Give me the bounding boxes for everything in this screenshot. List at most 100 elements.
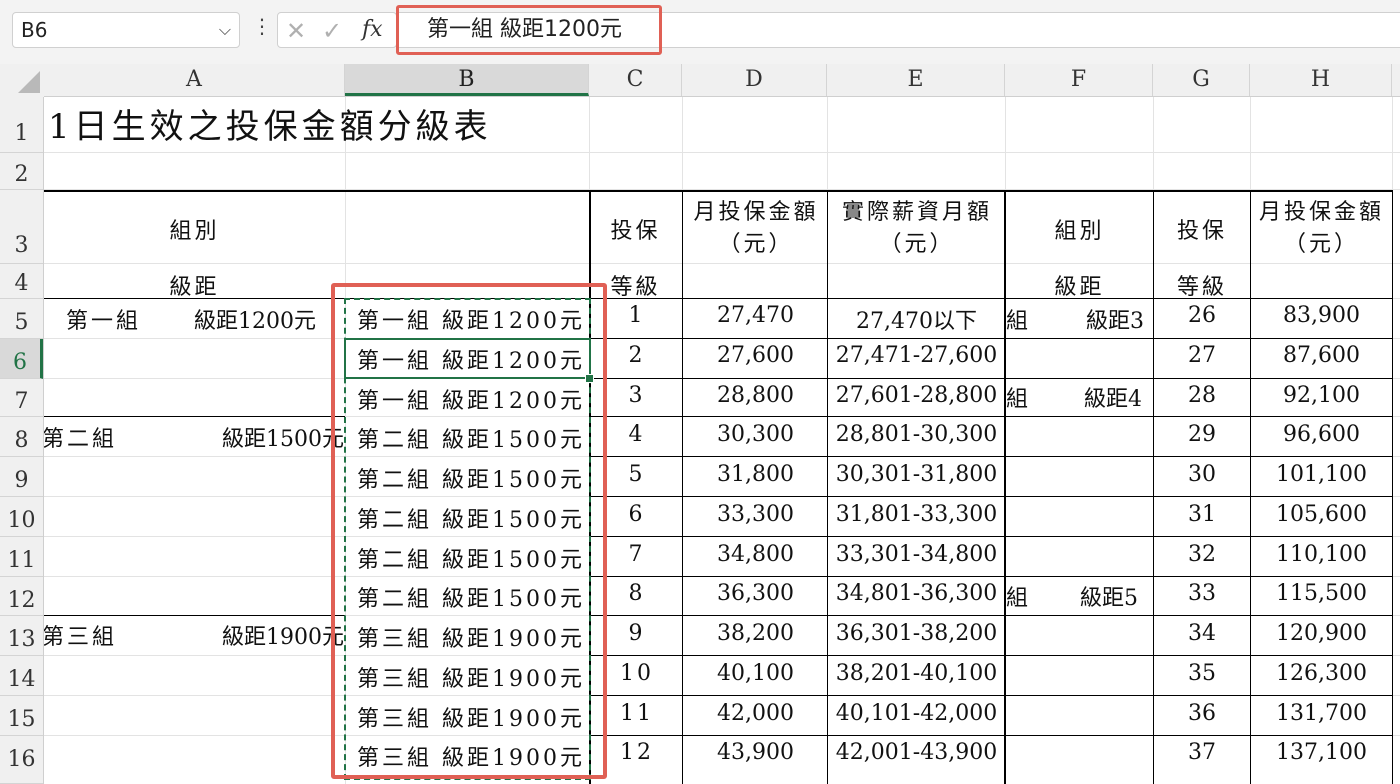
row-header-9[interactable]: 9: [0, 457, 43, 497]
column-header-d[interactable]: D: [682, 64, 827, 96]
amount-h-cell[interactable]: 92,100: [1251, 383, 1392, 408]
salary-cell[interactable]: 27,470以下: [829, 303, 1004, 335]
amount-h-cell[interactable]: 131,700: [1251, 701, 1392, 726]
a-group-3-name[interactable]: 第三組: [44, 623, 142, 653]
grade-g-cell[interactable]: 31: [1154, 502, 1250, 527]
grade-g-cell[interactable]: 35: [1154, 661, 1250, 686]
amount-h-cell[interactable]: 101,100: [1251, 462, 1392, 487]
amount-cell[interactable]: 43,900: [684, 740, 827, 765]
row-header-11[interactable]: 11: [0, 537, 43, 577]
f-group-1-range[interactable]: 級距3: [1086, 307, 1153, 337]
column-header-g[interactable]: G: [1153, 64, 1250, 96]
amount-cell[interactable]: 40,100: [684, 661, 827, 686]
header-salary[interactable]: 實際薪資月額（元）: [829, 197, 1005, 261]
salary-cell[interactable]: 27,471-27,600: [829, 343, 1004, 368]
header-range-f[interactable]: 級距: [1006, 269, 1153, 301]
amount-cell[interactable]: 27,470: [684, 303, 827, 328]
salary-cell[interactable]: 28,801-30,300: [829, 422, 1004, 447]
grade-g-cell[interactable]: 30: [1154, 462, 1250, 487]
column-header-a[interactable]: A: [44, 64, 345, 96]
amount-h-cell[interactable]: 115,500: [1251, 581, 1392, 606]
salary-cell[interactable]: 38,201-40,100: [829, 661, 1004, 686]
a-group-1-name[interactable]: 第一組: [66, 307, 166, 337]
chevron-down-icon[interactable]: ⌵: [219, 13, 231, 47]
amount-cell[interactable]: 34,800: [684, 542, 827, 567]
grade-g-cell[interactable]: 28: [1154, 383, 1250, 408]
header-range[interactable]: 級距: [44, 269, 345, 301]
column-header-h[interactable]: H: [1250, 64, 1392, 96]
select-all-corner[interactable]: [0, 64, 44, 97]
f-group-2-name[interactable]: 組: [1006, 385, 1046, 415]
column-header-e[interactable]: E: [827, 64, 1005, 96]
f-group-3-name[interactable]: 組: [1006, 584, 1046, 614]
row-header-1[interactable]: 1: [0, 97, 43, 153]
row-header-5[interactable]: 5: [0, 299, 43, 339]
column-header-f[interactable]: F: [1005, 64, 1153, 96]
amount-cell[interactable]: 33,300: [684, 502, 827, 527]
f-group-1-name[interactable]: 組: [1006, 307, 1046, 337]
f-group-3-range[interactable]: 級距5: [1080, 584, 1153, 614]
row-header-2[interactable]: 2: [0, 153, 43, 190]
salary-cell[interactable]: 42,001-43,900: [829, 740, 1004, 765]
enter-icon[interactable]: ✓: [322, 17, 342, 45]
column-header-b[interactable]: B: [345, 64, 589, 96]
grade-g-cell[interactable]: 36: [1154, 701, 1250, 726]
salary-cell[interactable]: 36,301-38,200: [829, 621, 1004, 646]
row-header-10[interactable]: 10: [0, 497, 43, 537]
row-header-15[interactable]: 15: [0, 696, 43, 736]
amount-h-cell[interactable]: 87,600: [1251, 343, 1392, 368]
f-group-2-range[interactable]: 級距4: [1084, 385, 1153, 415]
header-group[interactable]: 組別: [44, 213, 345, 245]
amount-cell[interactable]: 42,000: [684, 701, 827, 726]
salary-cell[interactable]: 27,601-28,800: [829, 383, 1004, 408]
grade-g-cell[interactable]: 33: [1154, 581, 1250, 606]
header-monthly-amount-h[interactable]: 月投保金額（元）: [1251, 197, 1392, 261]
column-header-c[interactable]: C: [589, 64, 682, 96]
salary-cell[interactable]: 33,301-34,800: [829, 542, 1004, 567]
amount-h-cell[interactable]: 110,100: [1251, 542, 1392, 567]
name-box[interactable]: B6 ⌵: [12, 12, 240, 48]
amount-h-cell[interactable]: 137,100: [1251, 740, 1392, 765]
amount-cell[interactable]: 28,800: [684, 383, 827, 408]
row-header-13[interactable]: 13: [0, 616, 43, 656]
a-group-2-range[interactable]: 級距1500元: [222, 425, 345, 455]
row-header-3[interactable]: 3: [0, 190, 43, 264]
header-grade-top[interactable]: 投保: [589, 213, 682, 245]
insert-function-icon[interactable]: fx: [362, 17, 383, 42]
row-header-7[interactable]: 7: [0, 379, 43, 417]
header-group-f[interactable]: 組別: [1006, 213, 1153, 245]
header-grade-top-g[interactable]: 投保: [1154, 213, 1250, 245]
amount-cell[interactable]: 31,800: [684, 462, 827, 487]
sheet-grid[interactable]: 1日生效之投保金額分級表 組別 級距 投保 等級 月投保金額（元） 實際薪資月額…: [44, 97, 1400, 784]
amount-cell[interactable]: 27,600: [684, 343, 827, 368]
grade-g-cell[interactable]: 34: [1154, 621, 1250, 646]
header-monthly-amount[interactable]: 月投保金額（元）: [684, 197, 828, 261]
row-header-16[interactable]: 16: [0, 736, 43, 784]
amount-h-cell[interactable]: 126,300: [1251, 661, 1392, 686]
salary-cell[interactable]: 30,301-31,800: [829, 462, 1004, 487]
amount-h-cell[interactable]: 83,900: [1251, 303, 1392, 328]
salary-cell[interactable]: 31,801-33,300: [829, 502, 1004, 527]
grade-g-cell[interactable]: 27: [1154, 343, 1250, 368]
grade-g-cell[interactable]: 32: [1154, 542, 1250, 567]
amount-h-cell[interactable]: 96,600: [1251, 422, 1392, 447]
amount-h-cell[interactable]: 120,900: [1251, 621, 1392, 646]
grade-g-cell[interactable]: 37: [1154, 740, 1250, 765]
row-header-6[interactable]: 6: [0, 339, 43, 379]
cancel-icon[interactable]: ✕: [286, 17, 306, 45]
salary-cell[interactable]: 34,801-36,300: [829, 581, 1004, 606]
row-header-12[interactable]: 12: [0, 577, 43, 616]
grade-g-cell[interactable]: 29: [1154, 422, 1250, 447]
row-header-14[interactable]: 14: [0, 656, 43, 696]
a-group-3-range[interactable]: 級距1900元: [222, 623, 345, 653]
row-header-8[interactable]: 8: [0, 417, 43, 457]
amount-cell[interactable]: 38,200: [684, 621, 827, 646]
header-grade-bottom-g[interactable]: 等級: [1154, 269, 1250, 301]
amount-h-cell[interactable]: 105,600: [1251, 502, 1392, 527]
salary-cell[interactable]: 40,101-42,000: [829, 701, 1004, 726]
row-header-4[interactable]: 4: [0, 264, 43, 299]
grade-g-cell[interactable]: 26: [1154, 303, 1250, 328]
amount-cell[interactable]: 30,300: [684, 422, 827, 447]
more-options-icon[interactable]: ⋮: [252, 14, 272, 38]
a-group-1-range[interactable]: 級距1200元: [194, 307, 344, 337]
